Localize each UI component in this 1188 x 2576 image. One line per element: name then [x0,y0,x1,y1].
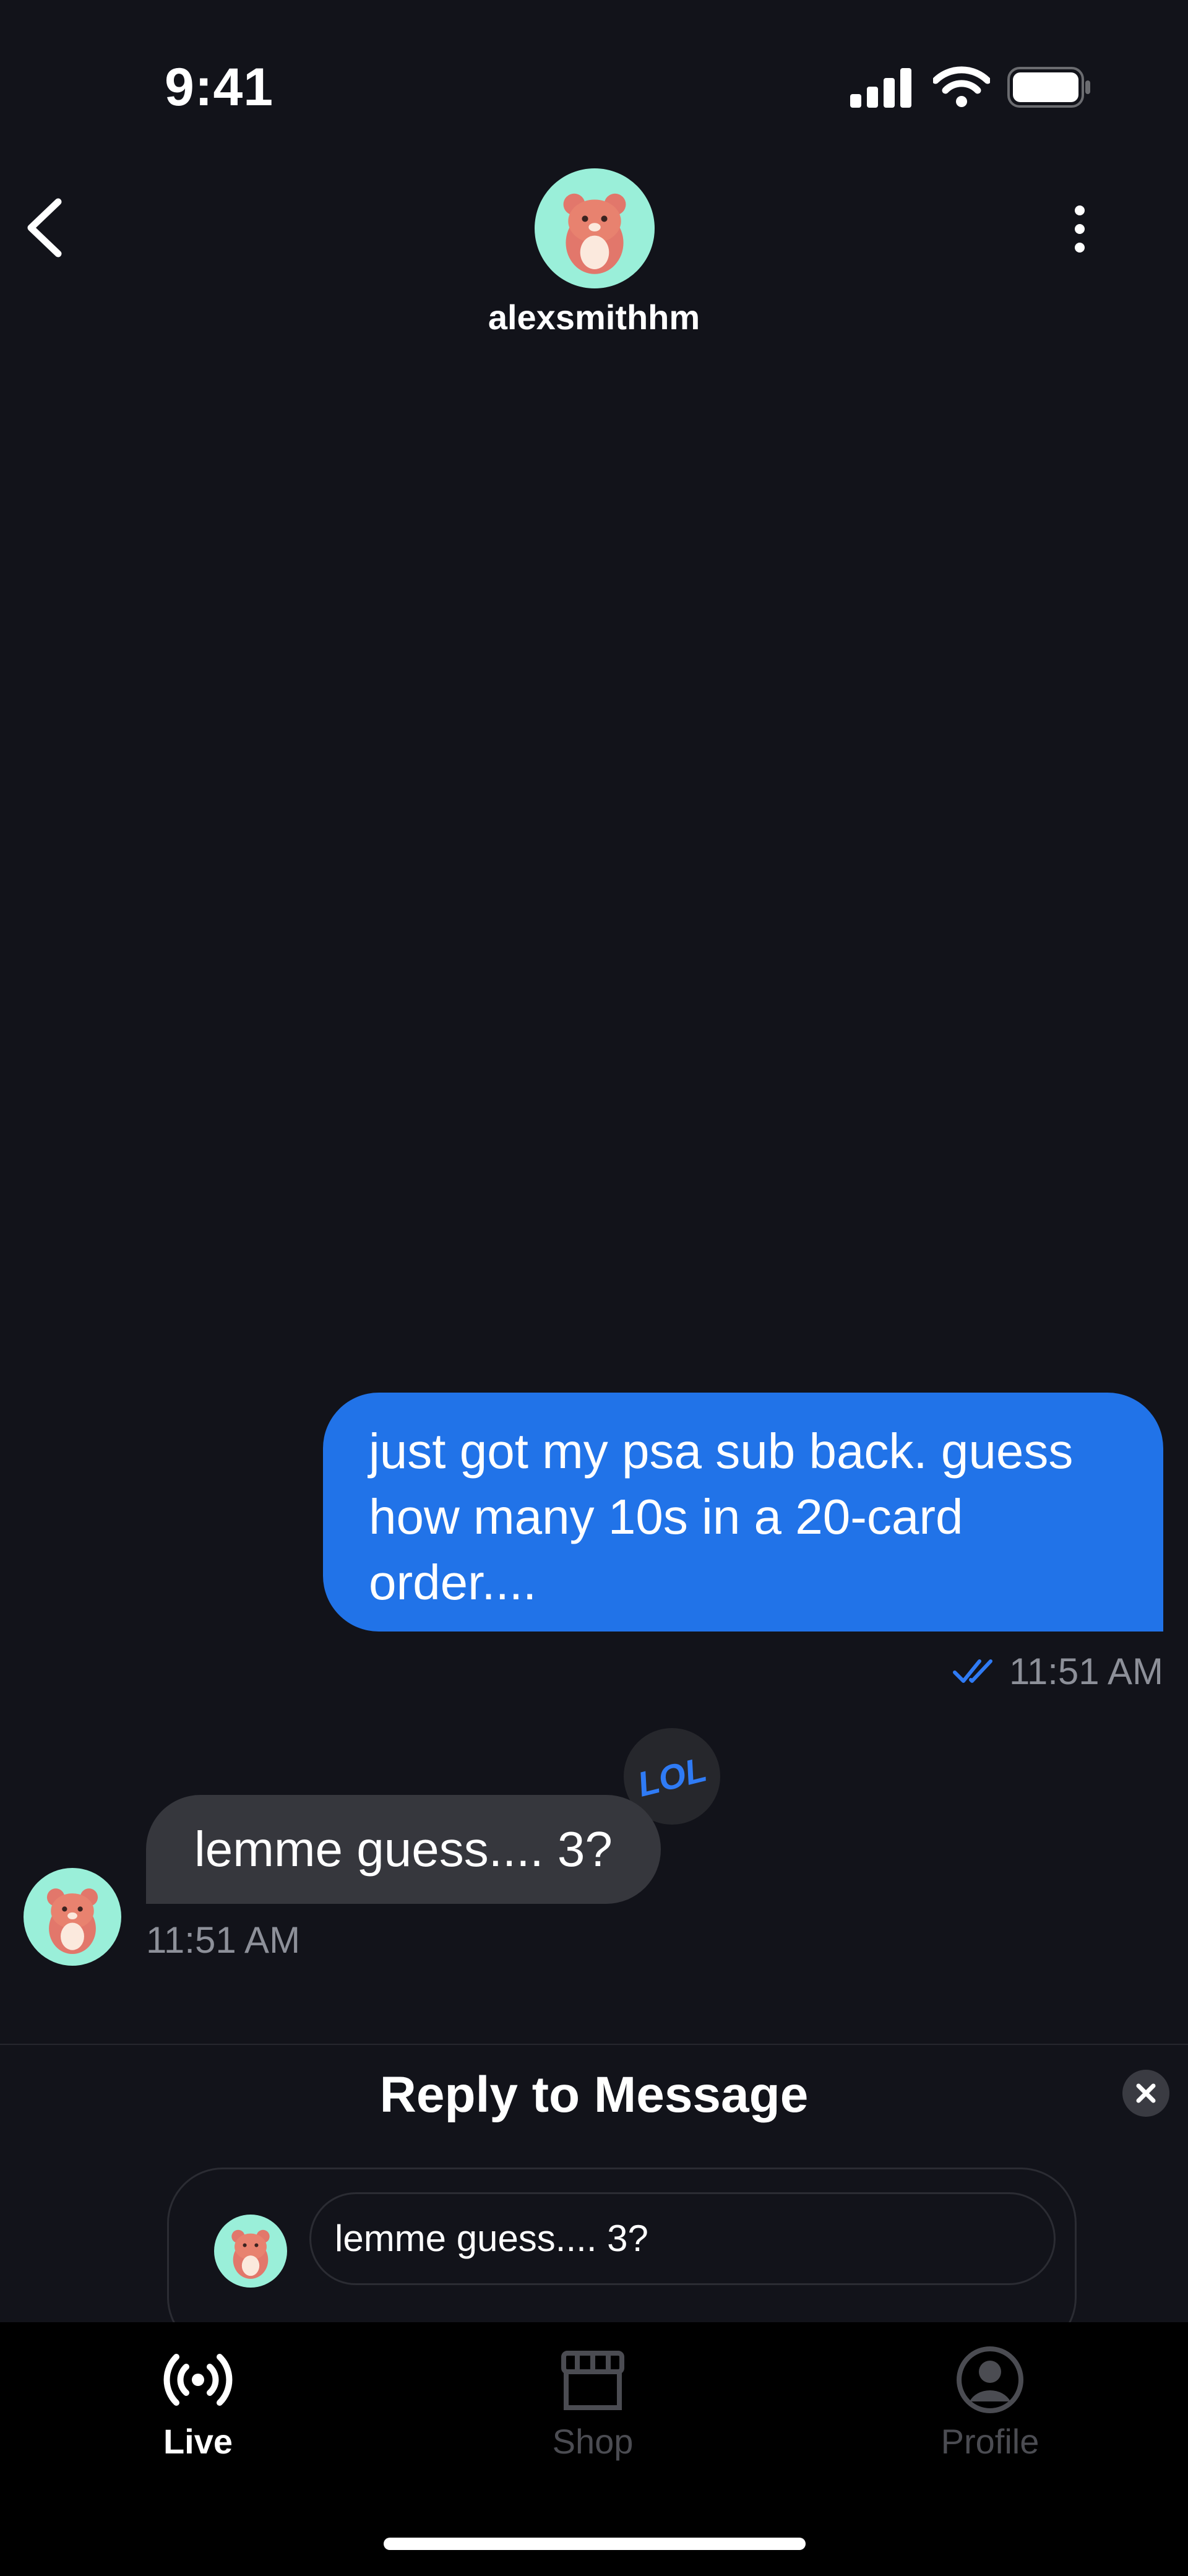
read-receipt-icon [952,1659,992,1683]
close-icon [1136,2083,1156,2103]
header-username[interactable]: alexsmithhm [346,297,842,337]
tab-profile[interactable]: Profile [897,2346,1083,2461]
reaction-text: LOL [634,1749,710,1804]
tab-profile-label: Profile [940,2422,1040,2461]
wifi-icon [933,66,990,107]
shop-icon [561,2351,624,2410]
more-options-icon[interactable] [1064,204,1095,254]
home-indicator [384,2538,806,2550]
sent-message-bubble[interactable]: just got my psa sub back. guess how many… [323,1393,1163,1632]
battery-icon [1007,67,1090,108]
reply-title: Reply to Message [379,2067,809,2123]
live-icon [163,2354,233,2406]
back-chevron-icon[interactable] [22,197,66,259]
tab-shop[interactable]: Shop [500,2346,686,2461]
bear-avatar-icon [563,193,626,274]
status-time: 9:41 [165,58,274,117]
bear-avatar-icon [231,2229,270,2279]
bear-avatar-icon [46,1888,98,1955]
sent-message-time: 11:51 AM [1009,1650,1163,1692]
cellular-signal-icon [850,68,911,108]
sent-message-meta: 11:51 AM [952,1646,1163,1696]
tab-shop-label: Shop [552,2422,634,2461]
reply-close-button[interactable] [1122,2070,1169,2117]
tab-live[interactable]: Live [105,2346,291,2461]
reply-avatar [214,2215,287,2288]
reply-quoted-message[interactable]: lemme guess.... 3? [309,2192,1056,2285]
profile-icon [957,2346,1023,2413]
received-message-time: 11:51 AM [146,1919,301,1961]
sender-avatar[interactable] [24,1868,121,1966]
tab-live-label: Live [163,2422,233,2461]
avatar[interactable] [535,168,655,288]
received-message-bubble[interactable]: lemme guess.... 3? [146,1795,661,1904]
